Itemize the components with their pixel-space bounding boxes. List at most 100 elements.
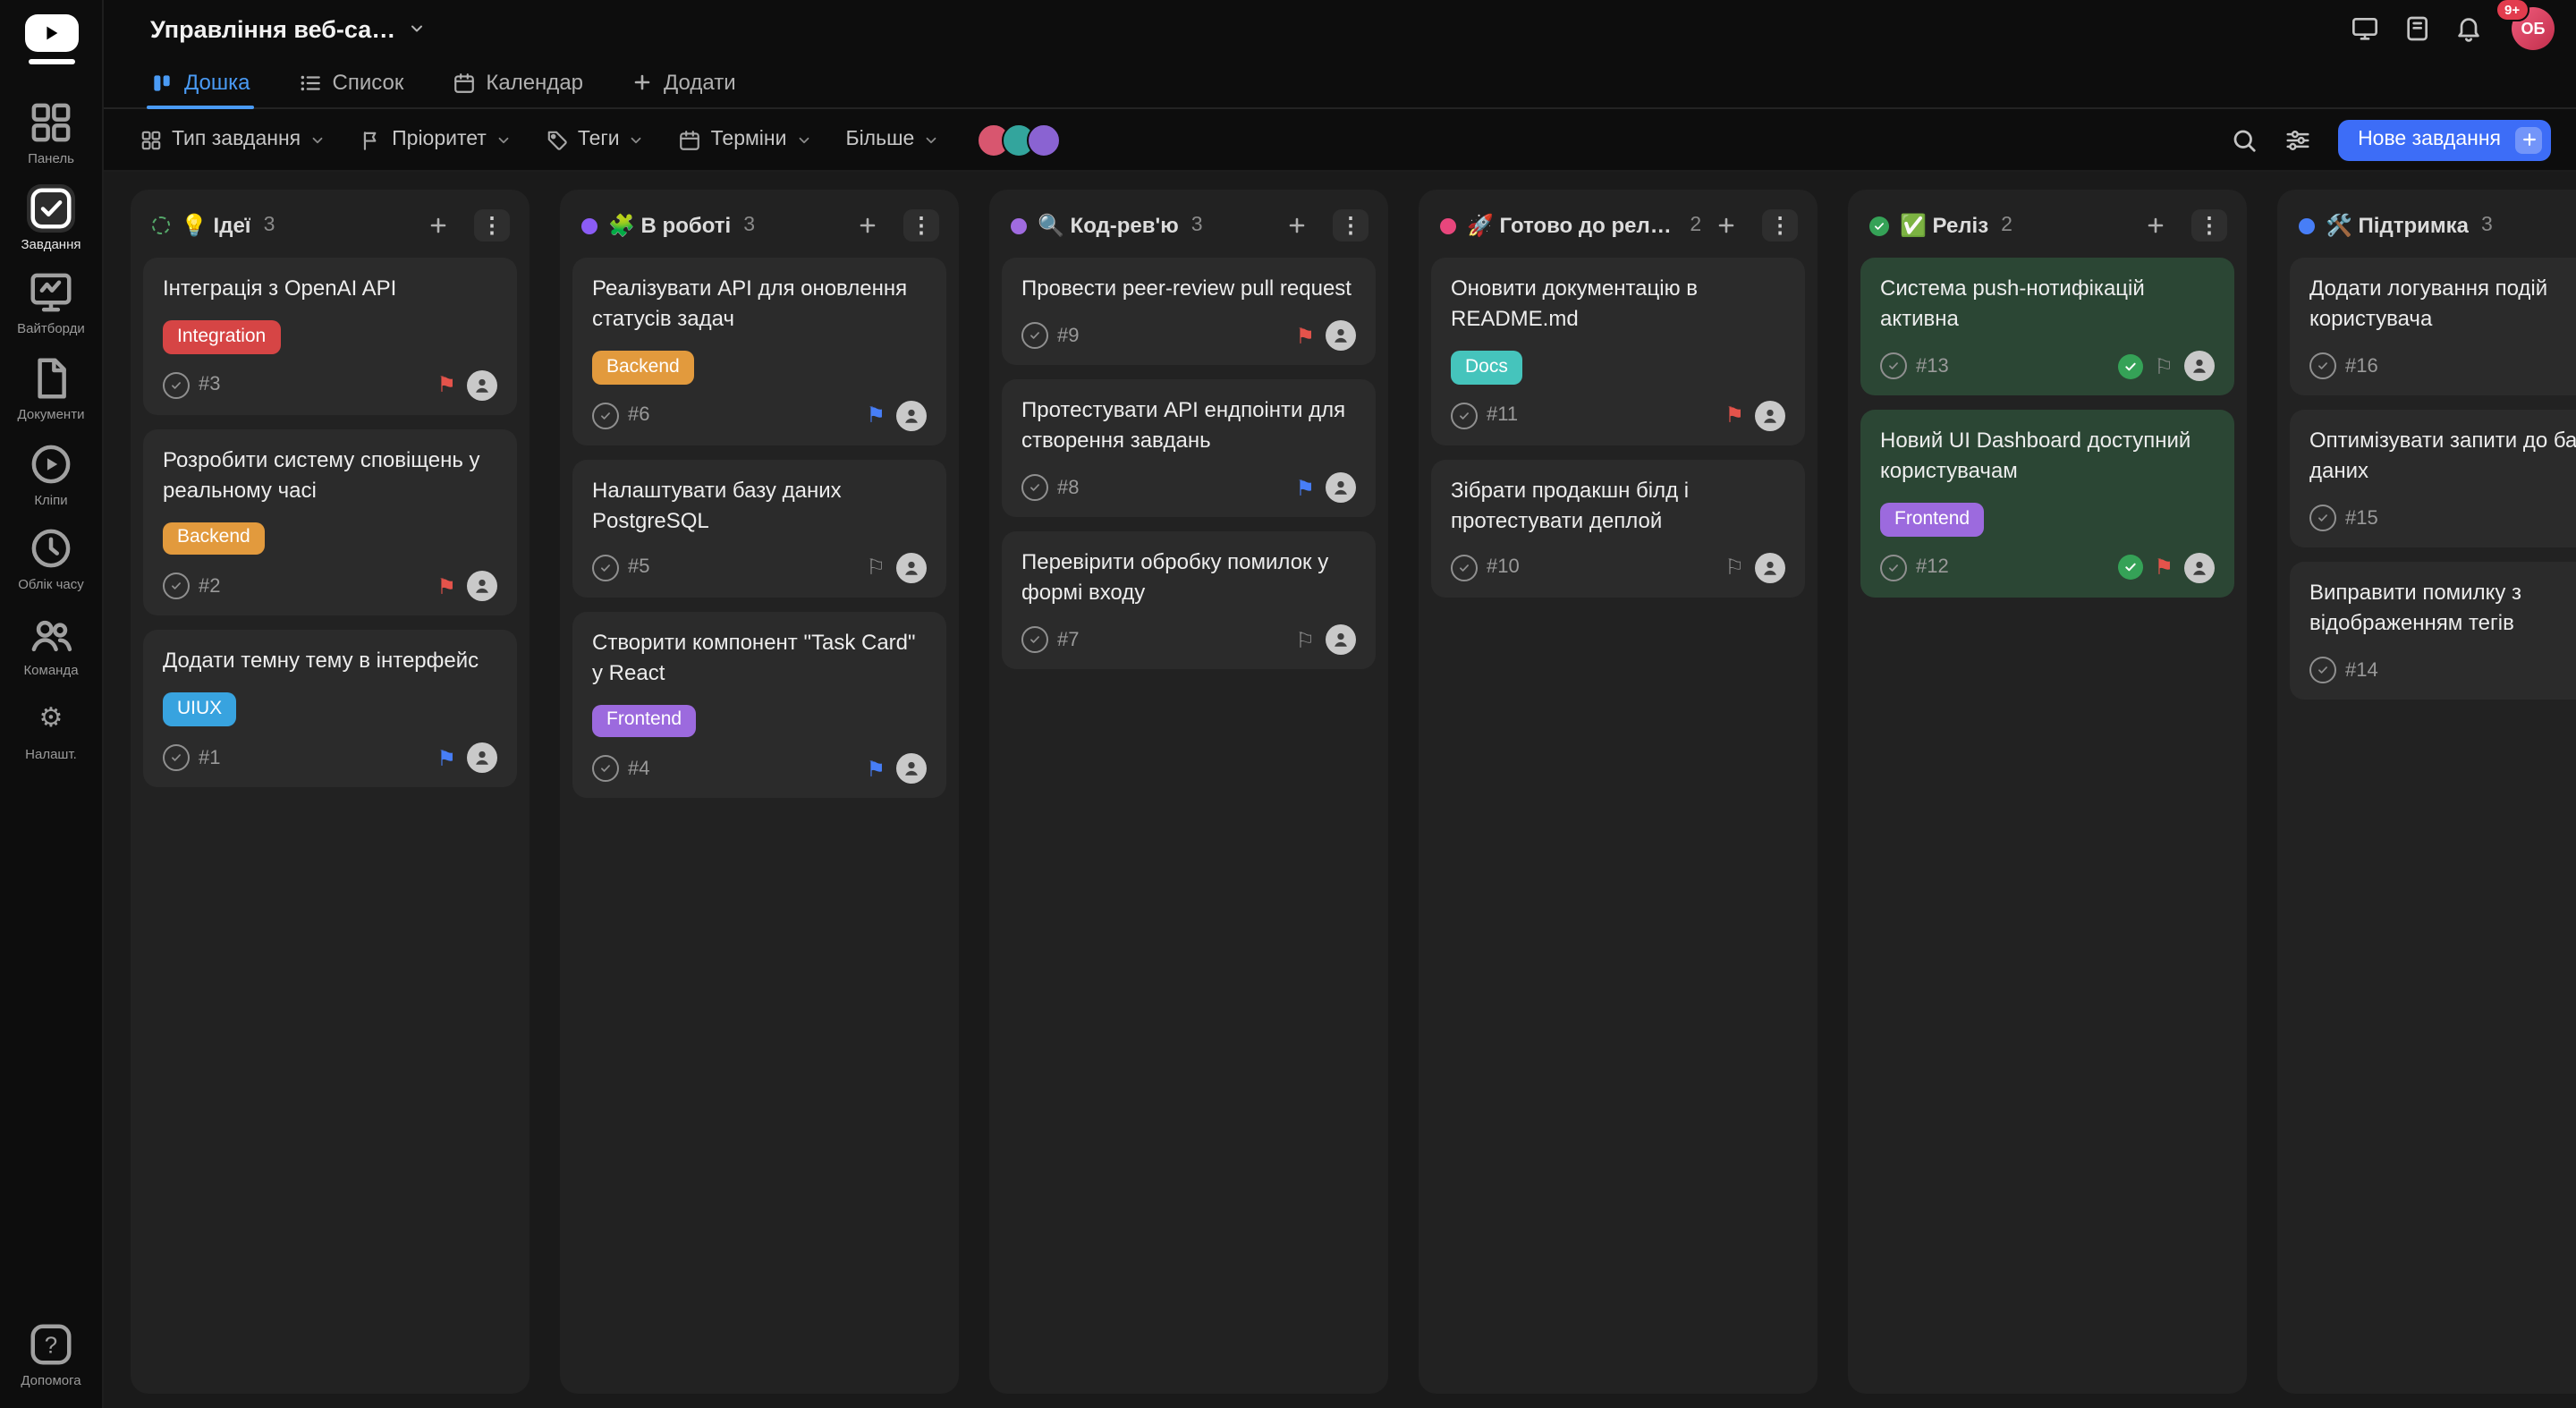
- new-task-button[interactable]: Нове завдання: [2338, 119, 2551, 160]
- column-count: 2: [2001, 215, 2012, 236]
- tab-board-label: Дошка: [184, 70, 250, 95]
- add-card-button[interactable]: [1712, 211, 1741, 240]
- task-check-icon: [163, 371, 190, 398]
- app-logo[interactable]: [24, 14, 78, 64]
- logo-play-icon: [24, 14, 78, 52]
- task-footer: #11 ⚑: [1451, 400, 1785, 430]
- sidebar-item-documents[interactable]: Документи: [6, 354, 96, 423]
- task-card[interactable]: Виправити помилку з відображенням тегів#…: [2290, 562, 2576, 700]
- priority-flag-icon[interactable]: ⚐: [1724, 557, 1744, 579]
- task-footer: #7⚐: [1021, 624, 1356, 655]
- task-card[interactable]: Оновити документацію в README.mdDocs#11⚑: [1431, 258, 1805, 445]
- check-icon: [599, 562, 612, 574]
- sidebar-item-panel[interactable]: Панель: [6, 98, 96, 167]
- task-id: #11: [1487, 404, 1518, 426]
- task-card[interactable]: Інтеграція з OpenAI APIIntegration#3⚑: [143, 258, 517, 414]
- assignee-avatar[interactable]: [1755, 400, 1785, 430]
- assignee-avatar[interactable]: [1326, 624, 1356, 655]
- assignee-avatar[interactable]: [896, 553, 927, 583]
- svg-text:?: ?: [45, 1334, 57, 1359]
- view-settings-icon[interactable]: [2284, 126, 2311, 153]
- priority-flag-icon[interactable]: ⚑: [1295, 477, 1315, 498]
- column-menu-button[interactable]: ⋮: [474, 209, 510, 242]
- add-card-button[interactable]: [2571, 211, 2576, 240]
- add-card-button[interactable]: [853, 211, 882, 240]
- notes-icon[interactable]: [2402, 14, 2431, 43]
- assignee-avatar[interactable]: [467, 572, 497, 602]
- task-card[interactable]: Розробити систему сповіщень у реальному …: [143, 428, 517, 615]
- tab-list[interactable]: Список: [299, 57, 404, 107]
- filter-more[interactable]: Більше: [845, 129, 939, 150]
- priority-flag-icon[interactable]: ⚑: [436, 374, 456, 395]
- priority-flag-icon[interactable]: ⚑: [866, 404, 886, 426]
- priority-flag-icon[interactable]: ⚑: [1724, 404, 1744, 426]
- priority-flag-icon[interactable]: ⚑: [2154, 557, 2174, 579]
- column-menu-button[interactable]: ⋮: [2191, 209, 2227, 242]
- task-card[interactable]: Додати темну тему в інтерфейсUIUX#1⚑: [143, 631, 517, 787]
- task-card[interactable]: Створити компонент "Task Card" у ReactFr…: [572, 612, 946, 799]
- add-card-button[interactable]: [1283, 211, 1311, 240]
- task-card[interactable]: Зібрати продакшн білд і протестувати деп…: [1431, 459, 1805, 597]
- person-icon: [902, 558, 921, 578]
- assignee-avatar[interactable]: [467, 742, 497, 773]
- assignee-avatar[interactable]: [467, 369, 497, 400]
- search-icon[interactable]: [2231, 126, 2258, 153]
- priority-flag-icon[interactable]: ⚐: [1295, 629, 1315, 650]
- sidebar-item-settings[interactable]: ⚙Налашт.: [6, 695, 96, 764]
- priority-flag-icon[interactable]: ⚑: [866, 759, 886, 780]
- priority-flag-icon[interactable]: ⚐: [866, 557, 886, 579]
- column-menu-button[interactable]: ⋮: [1333, 209, 1368, 242]
- add-card-button[interactable]: [424, 211, 453, 240]
- add-card-button[interactable]: [2141, 211, 2170, 240]
- sidebar-item-time-tracking[interactable]: Облік часу: [6, 524, 96, 593]
- task-tag: Backend: [163, 522, 265, 555]
- assignee-avatar[interactable]: [896, 400, 927, 430]
- task-card[interactable]: Реалізувати API для оновлення статусів з…: [572, 258, 946, 445]
- task-card[interactable]: Додати логування подій користувача#16⚑: [2290, 258, 2576, 395]
- filter-tags[interactable]: Теги: [546, 128, 645, 151]
- task-card[interactable]: Провести peer-review pull request#9⚑: [1002, 258, 1376, 365]
- tab-calendar[interactable]: Календар: [452, 57, 583, 107]
- assignee-avatar[interactable]: [896, 754, 927, 785]
- notifications-bell-icon[interactable]: [2454, 14, 2483, 43]
- assignee-avatar[interactable]: [1755, 553, 1785, 583]
- column-cards: Провести peer-review pull request#9⚑ Прот…: [1002, 258, 1376, 669]
- filter-due-dates[interactable]: Терміни: [679, 128, 812, 151]
- assignee-avatars[interactable]: [977, 123, 1061, 157]
- task-card[interactable]: Налаштувати базу даних PostgreSQL#5⚐: [572, 459, 946, 597]
- assignee-avatar[interactable]: [1326, 320, 1356, 351]
- assignee-avatar[interactable]: [2184, 351, 2215, 381]
- task-check-icon: [163, 573, 190, 600]
- task-card[interactable]: Перевірити обробку помилок у формі входу…: [1002, 531, 1376, 669]
- priority-flag-icon[interactable]: ⚑: [436, 747, 456, 768]
- assignee-avatar[interactable]: [1326, 472, 1356, 503]
- priority-flag-icon[interactable]: ⚐: [2154, 355, 2174, 377]
- task-card[interactable]: Протестувати API ендпоінти для створення…: [1002, 379, 1376, 517]
- tab-add-view[interactable]: Додати: [631, 57, 736, 107]
- task-card[interactable]: Система push-нотифікацій активна#13⚐: [1860, 258, 2234, 395]
- task-card[interactable]: Новий UI Dashboard доступний користувача…: [1860, 410, 2234, 597]
- check-icon: [1458, 562, 1470, 574]
- assignee-avatar[interactable]: [2184, 553, 2215, 583]
- task-card[interactable]: Оптимізувати запити до бази даних#15⚑: [2290, 410, 2576, 547]
- priority-flag-icon[interactable]: ⚑: [1295, 325, 1315, 346]
- column-menu-button[interactable]: ⋮: [1762, 209, 1798, 242]
- task-title: Розробити систему сповіщень у реальному …: [163, 445, 497, 505]
- board-column: 🔍 Код-рев'ю3⋮Провести peer-review pull r…: [989, 190, 1388, 1394]
- priority-flag-icon[interactable]: ⚑: [436, 576, 456, 598]
- filter-task-type[interactable]: Тип завдання: [140, 128, 326, 151]
- tab-board[interactable]: Дошка: [150, 57, 250, 107]
- person-icon: [1760, 405, 1780, 425]
- workspace-title[interactable]: Управління веб-са…: [150, 15, 426, 42]
- user-avatar[interactable]: 9+ ОБ: [2512, 7, 2555, 50]
- sidebar-item-whiteboards[interactable]: Вайтборди: [6, 269, 96, 338]
- sidebar-item-team[interactable]: Команда: [6, 610, 96, 679]
- screen-share-icon[interactable]: [2351, 14, 2379, 43]
- sidebar-item-tasks[interactable]: Завдання: [6, 183, 96, 252]
- column-menu-button[interactable]: ⋮: [903, 209, 939, 242]
- column-header: 🔍 Код-рев'ю3⋮: [1002, 202, 1376, 258]
- column-cards: Оновити документацію в README.mdDocs#11⚑…: [1431, 258, 1805, 598]
- sidebar-item-clips[interactable]: Кліпи: [6, 439, 96, 508]
- sidebar-item-help[interactable]: ?Допомога: [6, 1321, 96, 1390]
- filter-priority[interactable]: Пріоритет: [360, 128, 512, 151]
